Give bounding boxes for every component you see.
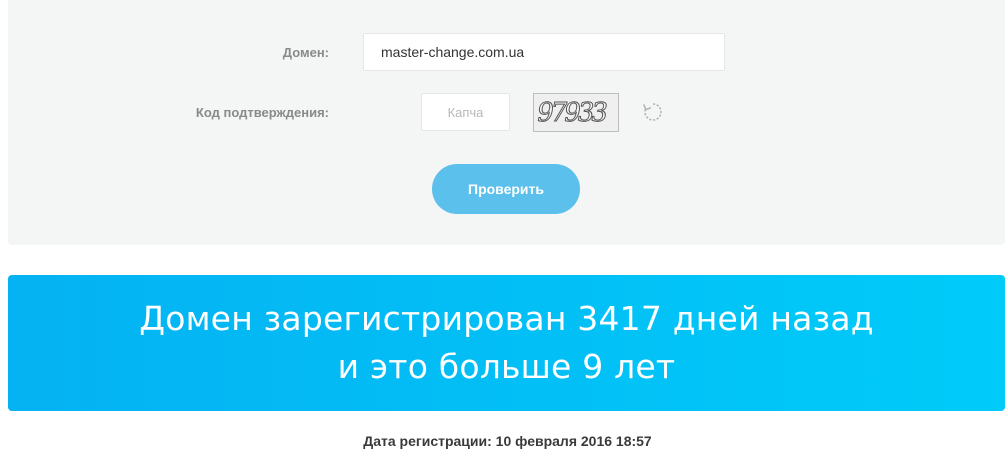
- captcha-input[interactable]: [421, 93, 510, 131]
- captcha-image: 97933: [533, 93, 619, 132]
- domain-input[interactable]: [363, 33, 725, 71]
- result-age-days: Домен зарегистрирован 3417 дней назад: [139, 299, 874, 338]
- captcha-image-text: 97933: [534, 98, 608, 129]
- result-age-years: и это больше 9 лет: [337, 347, 676, 386]
- result-banner: Домен зарегистрирован 3417 дней назад и …: [8, 275, 1005, 411]
- confirmation-code-label: Код подтверждения:: [195, 105, 329, 120]
- refresh-icon[interactable]: [642, 101, 664, 123]
- registration-date: Дата регистрации: 10 февраля 2016 18:57: [363, 433, 652, 449]
- domain-check-form: Домен: Код подтверждения: 97933 Проверит…: [8, 0, 1005, 245]
- domain-label: Домен:: [282, 45, 329, 60]
- check-button[interactable]: Проверить: [432, 164, 580, 214]
